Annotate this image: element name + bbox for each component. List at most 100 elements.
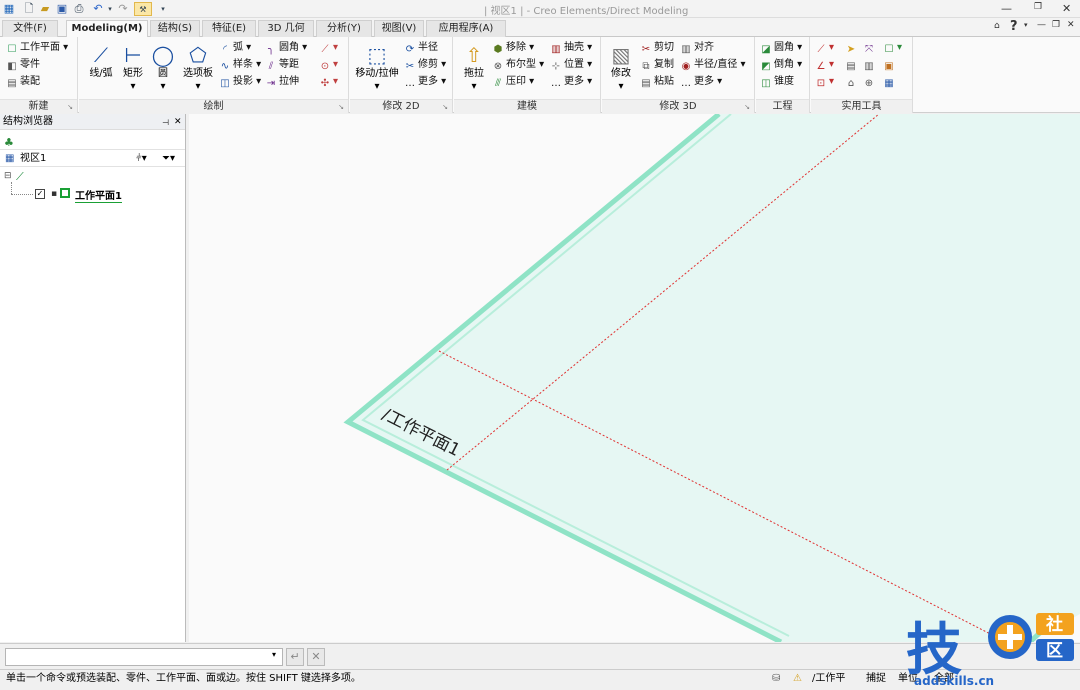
table-button[interactable]: ▦ <box>883 75 897 90</box>
cancel-command-button[interactable]: ✕ <box>307 648 325 666</box>
radius-2d-button[interactable]: ⟳ 半径 <box>404 41 438 56</box>
line-arc-button[interactable]: ⟋ 线/弧 <box>83 43 119 80</box>
box-button[interactable]: ⊡ ▾ <box>815 75 834 90</box>
save-icon[interactable]: ▣ <box>55 2 69 16</box>
doc-close-button[interactable]: ✕ <box>1067 20 1075 30</box>
paste-button[interactable]: ▤ 粘贴 <box>640 75 674 90</box>
image-button[interactable]: ▣ <box>883 58 897 73</box>
chamfer-button[interactable]: ◩ 倒角 ▾ <box>760 58 802 73</box>
app-icon[interactable]: ▦ <box>2 2 16 16</box>
construction-line-button[interactable]: ⟋ ▾ <box>319 41 339 56</box>
trim-button[interactable]: ✂ 修剪 ▾ <box>404 58 446 73</box>
tab-applications[interactable]: 应用程序(A) <box>426 20 506 37</box>
help-dropdown-icon[interactable]: ▾ <box>1024 21 1028 29</box>
modify-button[interactable]: ▧ 修改 ▾ <box>604 43 638 93</box>
tab-view[interactable]: 视图(V) <box>374 20 424 37</box>
boolean-button[interactable]: ⊗ 布尔型 ▾ <box>492 58 544 73</box>
new-file-icon[interactable]: 🗋 <box>22 2 36 16</box>
shade-button[interactable]: ▥ <box>863 58 877 73</box>
construction-point-button[interactable]: ✣ ▾ <box>319 75 338 90</box>
binoculars-icon[interactable]: ⫩▾ <box>136 150 147 167</box>
palette-button[interactable]: ⬠ 选项板 ▾ <box>179 43 217 93</box>
collapse-icon[interactable]: ⊟ <box>4 171 12 181</box>
workplane-button[interactable]: ☐ 工作平面 ▾ <box>6 41 69 56</box>
more-3d-button[interactable]: … 更多 ▾ <box>680 75 722 90</box>
command-input[interactable] <box>5 648 283 666</box>
spline-button[interactable]: ∿ 样条 ▾ <box>219 58 261 73</box>
redo-icon[interactable]: ↷ <box>116 2 130 16</box>
dialog-launcher-icon[interactable]: ↘ <box>442 100 448 114</box>
more-model-button[interactable]: … 更多 ▾ <box>550 75 592 90</box>
label-button[interactable]: ⌂ <box>845 75 859 90</box>
move-stretch-button[interactable]: ⬚ 移动/拉伸 ▾ <box>352 43 402 93</box>
imprint-button[interactable]: ⫻ 压印 ▾ <box>492 75 534 90</box>
snap-toggle[interactable]: 捕捉 <box>866 670 886 688</box>
part-button[interactable]: ◧ 零件 <box>6 58 40 73</box>
tab-3d-geometry[interactable]: 3D 几何 <box>258 20 314 37</box>
selection-icon[interactable]: ⛁ <box>772 670 780 688</box>
more-2d-button[interactable]: … 更多 ▾ <box>404 75 446 90</box>
remove-button[interactable]: ⬢ 移除 ▾ <box>492 41 535 56</box>
watermark-badge-bottom: 区 <box>1046 641 1063 661</box>
viewport-canvas[interactable]: /工作平面1 <box>189 114 1080 642</box>
copy-button[interactable]: ⧉ 复制 <box>640 58 674 73</box>
dialog-launcher-icon[interactable]: ↘ <box>338 100 344 114</box>
group-new: ☐ 工作平面 ▾ ◧ 零件 ▤ 装配 新建 ↘ <box>0 37 78 113</box>
project-button[interactable]: ◫ 投影 ▾ <box>219 75 261 90</box>
command-dropdown-icon[interactable]: ▾ <box>272 650 276 659</box>
cut-icon: ✂ <box>641 44 651 55</box>
filter-icon[interactable]: ⏷▾ <box>162 150 175 167</box>
tab-analysis[interactable]: 分析(Y) <box>316 20 372 37</box>
select-button[interactable]: ➤ <box>845 41 859 56</box>
frame-button[interactable]: ☐ ▾ <box>883 41 903 56</box>
position-button[interactable]: ⊹ 位置 ▾ <box>550 58 592 73</box>
extend-button[interactable]: ⇥ 拉伸 <box>265 75 299 90</box>
doc-minimize-button[interactable]: — <box>1037 20 1046 30</box>
taper-button[interactable]: ◫ 锥度 <box>760 75 794 90</box>
dialog-launcher-icon[interactable]: ↘ <box>67 100 73 114</box>
tab-file[interactable]: 文件(F) <box>2 20 58 37</box>
align-button[interactable]: ▥ 对齐 <box>680 41 714 56</box>
pull-button[interactable]: ⇧ 拖拉 ▾ <box>458 43 490 93</box>
fillet-2d-button[interactable]: ╮ 圆角 ▾ <box>265 41 307 56</box>
open-folder-icon[interactable]: ▰ <box>38 2 52 16</box>
root-icon: ⟋ <box>16 170 24 183</box>
circle-button[interactable]: ◯ 圆 ▾ <box>149 43 177 93</box>
shell-button[interactable]: ▥ 抽壳 ▾ <box>550 41 592 56</box>
undo-dropdown-icon[interactable]: ▾ <box>103 2 117 16</box>
tree-item-workplane[interactable]: 工作平面1 <box>75 187 122 203</box>
construction-circle-button[interactable]: ⊙ ▾ <box>319 58 338 73</box>
list-button[interactable]: ▤ <box>845 58 859 73</box>
arc-button[interactable]: ◜ 弧 ▾ <box>219 41 251 56</box>
warning-icon[interactable]: ⚠ <box>793 670 802 688</box>
tab-feature[interactable]: 特征(E) <box>202 20 256 37</box>
tab-modeling[interactable]: Modeling(M) <box>66 20 148 38</box>
assembly-button[interactable]: ▤ 装配 <box>6 75 40 90</box>
transform-button[interactable]: ⤧ <box>863 41 877 56</box>
rectangle-button[interactable]: ⊢ 矩形 ▾ <box>119 43 147 93</box>
offset-button[interactable]: ⫽ 等距 <box>265 58 299 73</box>
qat-more-icon[interactable]: ▾ <box>156 2 170 16</box>
doc-restore-button[interactable]: ❐ <box>1052 20 1060 30</box>
minimize-button[interactable]: — <box>1001 2 1012 15</box>
cut-button[interactable]: ✂ 剪切 <box>640 41 674 56</box>
tab-structure[interactable]: 结构(S) <box>150 20 200 37</box>
measure-button[interactable]: ⟋ ▾ <box>815 41 835 56</box>
help-icon[interactable]: ? <box>1010 19 1018 34</box>
close-button[interactable]: ✕ <box>1062 2 1071 15</box>
symbol-button[interactable]: ⊕ <box>863 75 877 90</box>
ribbon-collapse-icon[interactable]: ⌂ <box>994 21 1000 31</box>
dialog-launcher-icon[interactable]: ↘ <box>744 100 750 114</box>
enter-button[interactable]: ↵ <box>286 648 304 666</box>
angle-button[interactable]: ∠ ▾ <box>815 58 835 73</box>
visibility-checkbox[interactable]: ✓ <box>35 189 45 199</box>
tree-view-icon[interactable]: ♣ <box>4 136 14 149</box>
radius-diameter-button[interactable]: ◉ 半径/直径 ▾ <box>680 58 746 73</box>
blend-button[interactable]: ◪ 圆角 ▾ <box>760 41 802 56</box>
print-preview-icon[interactable]: ⎙ <box>72 2 86 16</box>
restore-button[interactable]: ❐ <box>1034 2 1042 12</box>
close-panel-icon[interactable]: ✕ <box>174 114 182 130</box>
status-workplane[interactable]: /工作平 <box>812 670 845 688</box>
pin-icon[interactable]: ⊣ <box>162 115 169 131</box>
customize-toolbar-icon[interactable]: ⚒ <box>134 2 152 16</box>
